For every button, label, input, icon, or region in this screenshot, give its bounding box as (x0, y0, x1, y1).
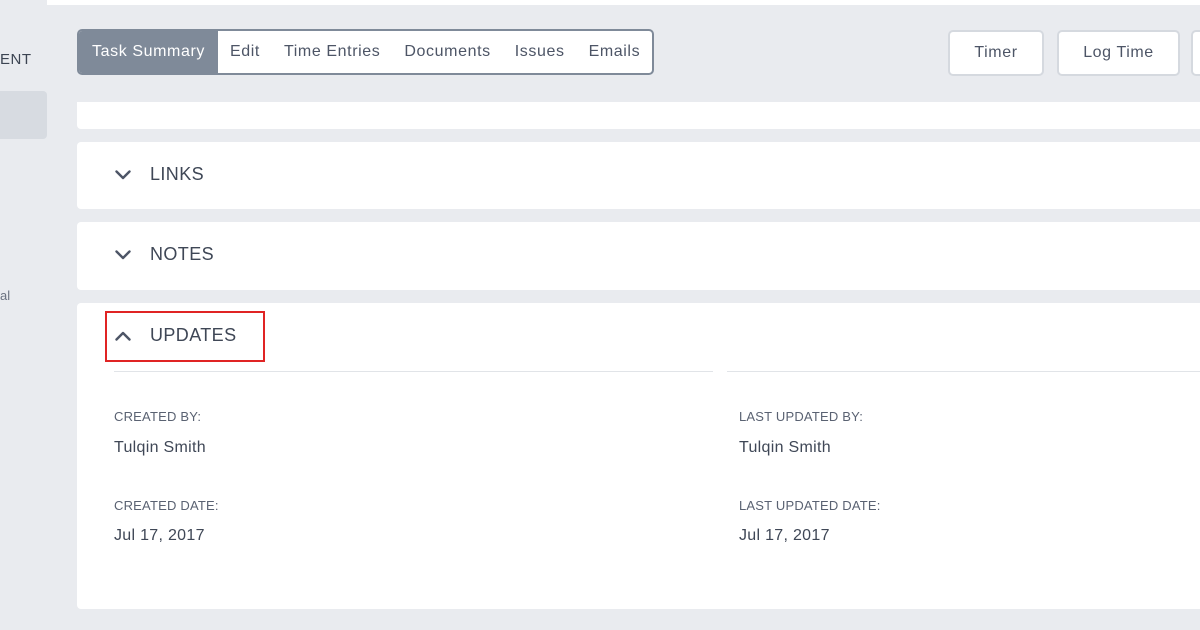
tab-issues[interactable]: Issues (503, 31, 577, 73)
last-updated-date-label: LAST UPDATED DATE: (739, 498, 881, 513)
divider (727, 371, 1200, 372)
chevron-up-icon (113, 326, 133, 346)
more-actions-button[interactable] (1191, 30, 1200, 76)
top-panel-edge (47, 0, 1200, 5)
last-updated-by-label: LAST UPDATED BY: (739, 409, 864, 424)
sidebar-item[interactable]: al (0, 288, 10, 303)
created-date-label: CREATED DATE: (114, 498, 219, 513)
chevron-down-icon (113, 165, 133, 185)
notes-section-toggle[interactable]: NOTES (113, 244, 214, 265)
tab-emails[interactable]: Emails (577, 31, 653, 73)
divider (114, 371, 713, 372)
chevron-down-icon (113, 245, 133, 265)
updates-panel: UPDATES CREATED BY: Tulqin Smith LAST UP… (77, 303, 1200, 609)
tab-time-entries[interactable]: Time Entries (272, 31, 392, 73)
links-panel: LINKS (77, 142, 1200, 209)
created-date-value: Jul 17, 2017 (114, 527, 205, 544)
created-by-label: CREATED BY: (114, 409, 202, 424)
updates-section-title: UPDATES (150, 325, 237, 345)
updates-section-toggle[interactable]: UPDATES (113, 325, 236, 346)
task-page: ENT al Task Summary Edit Time Entries Do… (0, 0, 1200, 630)
sidebar-active-item[interactable] (0, 91, 47, 139)
last-updated-date-value: Jul 17, 2017 (739, 527, 830, 544)
tab-task-summary[interactable]: Task Summary (79, 31, 218, 73)
last-updated-by-value: Tulqin Smith (739, 439, 831, 456)
sidebar-section-title: ENT (0, 51, 32, 68)
summary-panel (77, 102, 1200, 129)
timer-button[interactable]: Timer (948, 30, 1044, 76)
tab-documents[interactable]: Documents (392, 31, 502, 73)
links-section-title: LINKS (150, 164, 205, 184)
links-section-toggle[interactable]: LINKS (113, 164, 204, 185)
tab-edit[interactable]: Edit (218, 31, 272, 73)
notes-panel: NOTES (77, 222, 1200, 290)
notes-section-title: NOTES (150, 244, 215, 264)
task-tab-bar: Task Summary Edit Time Entries Documents… (77, 29, 655, 75)
log-time-button[interactable]: Log Time (1057, 30, 1180, 76)
created-by-value: Tulqin Smith (114, 439, 206, 456)
